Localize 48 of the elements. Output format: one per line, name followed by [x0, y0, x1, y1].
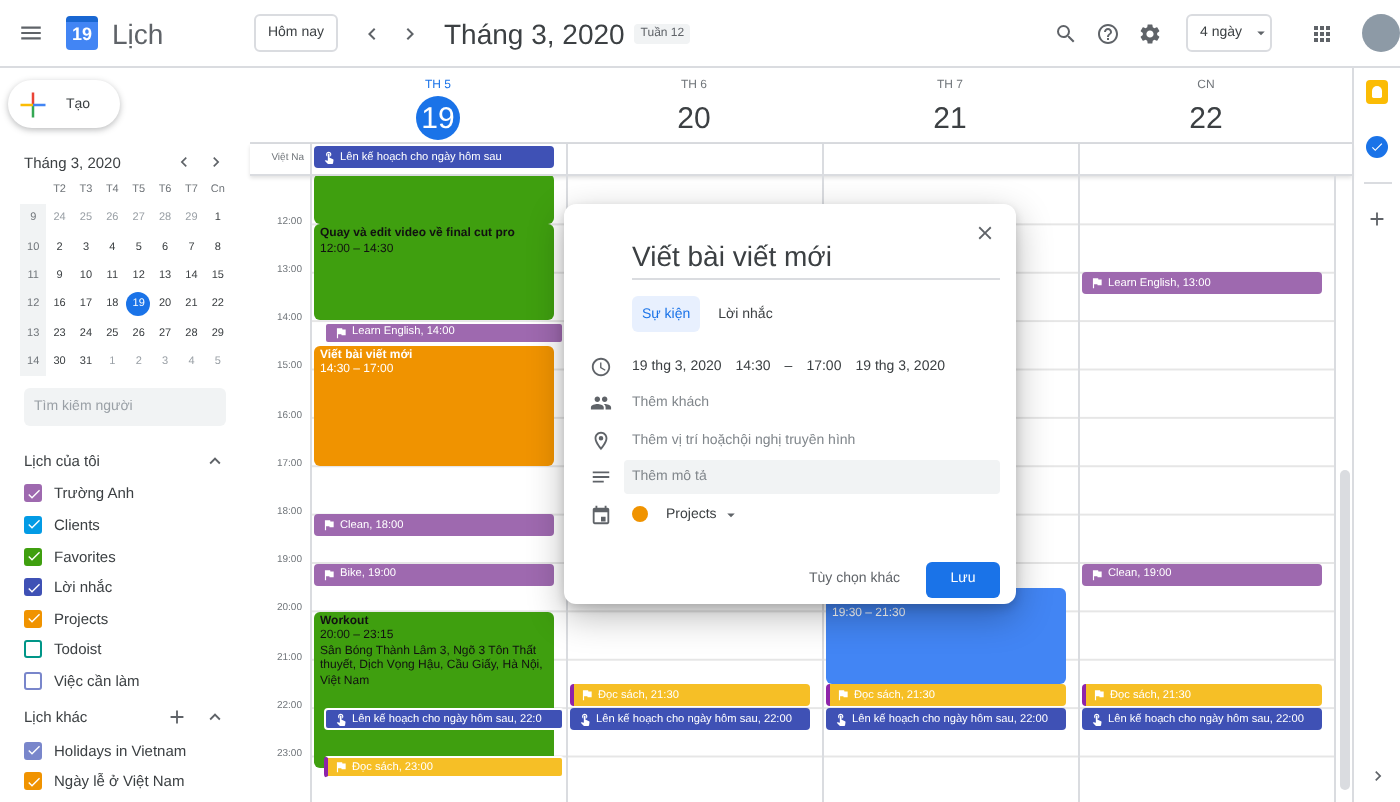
hand-icon: [834, 712, 848, 727]
calendar-checkbox[interactable]: [24, 609, 42, 628]
flag-icon: [334, 325, 348, 340]
location-pin-icon: [590, 429, 612, 452]
flag-icon: [1090, 276, 1104, 291]
calendar-checkbox[interactable]: [24, 484, 42, 503]
calendar-checkbox[interactable]: [24, 578, 42, 597]
calendar-checkbox[interactable]: [24, 640, 42, 659]
add-icon[interactable]: [1366, 208, 1388, 230]
calendar-checkbox[interactable]: [24, 741, 42, 760]
plus-icon: [18, 89, 48, 119]
task-check-icon[interactable]: [1366, 136, 1388, 158]
calendar-checkbox[interactable]: [24, 547, 42, 566]
search-icon[interactable]: [1054, 21, 1078, 45]
flag-icon: [334, 760, 348, 775]
day-number[interactable]: 21: [928, 96, 972, 140]
calendar-checkbox[interactable]: [24, 515, 42, 534]
check-icon: [1370, 140, 1384, 154]
calendar-logo: 19: [66, 16, 98, 50]
flag-icon: [322, 518, 336, 533]
calendar-checkbox[interactable]: [24, 772, 42, 791]
flag-icon: [1092, 688, 1106, 703]
flag-icon: [836, 688, 850, 703]
notes-icon: [590, 466, 612, 489]
hand-icon: [322, 150, 336, 164]
close-icon[interactable]: [974, 222, 996, 244]
calendar-checkbox[interactable]: [24, 671, 42, 690]
avatar[interactable]: [1362, 14, 1400, 52]
flag-icon: [322, 567, 336, 582]
add-icon[interactable]: [166, 705, 188, 728]
clock-icon: [590, 355, 612, 378]
day-number[interactable]: 19: [416, 96, 460, 140]
period-title: Tháng 3, 2020: [444, 17, 625, 49]
settings-icon[interactable]: [1138, 21, 1162, 45]
day-number[interactable]: 22: [1184, 96, 1228, 140]
hand-icon: [578, 712, 592, 727]
scrollbar-thumb[interactable]: [1340, 470, 1350, 790]
hand-icon: [334, 712, 348, 727]
flag-icon: [580, 688, 594, 703]
day-number[interactable]: 20: [672, 96, 716, 140]
title-field[interactable]: Viết bài viết mới: [632, 240, 1000, 280]
flag-icon: [1090, 567, 1104, 582]
hand-icon: [1090, 712, 1104, 727]
app-name: Lịch: [112, 17, 164, 49]
help-icon[interactable]: [1096, 21, 1120, 45]
apps-grid-icon[interactable]: [1310, 21, 1334, 45]
people-icon: [590, 392, 612, 415]
calendar-icon: [590, 503, 612, 526]
